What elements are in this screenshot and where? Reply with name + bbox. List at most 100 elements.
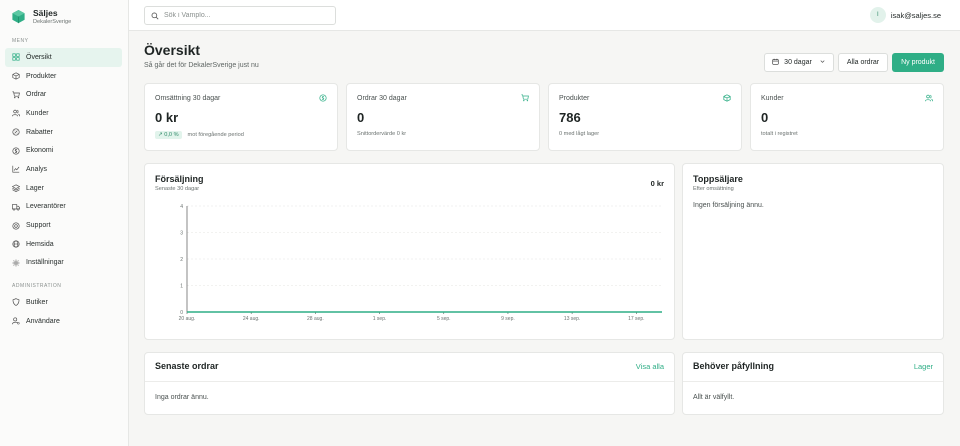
x-tick-label: 5 sep. xyxy=(437,316,451,322)
stat-value: 0 xyxy=(761,110,769,125)
brand-logo-icon xyxy=(11,9,26,24)
user-email[interactable]: isak@saljes.se xyxy=(891,11,941,20)
sidebar-item-leverantorer[interactable]: Leverantörer xyxy=(5,198,122,217)
view-all-orders-link[interactable]: Visa alla xyxy=(636,362,664,371)
users-icon xyxy=(12,109,20,117)
restock-title: Behöver påfyllning xyxy=(693,361,775,371)
sidebar: Säljes DekalerSverige MENY Översikt Prod… xyxy=(0,0,129,446)
user-menu[interactable]: I isak@saljes.se xyxy=(869,7,941,23)
x-tick-label: 28 aug. xyxy=(307,316,324,322)
sidebar-item-hemsida[interactable]: Hemsida xyxy=(5,235,122,254)
restock-card: Behöver påfyllning Lager Allt är välfyll… xyxy=(682,352,944,415)
search-input[interactable] xyxy=(164,12,324,19)
sidebar-item-butiker[interactable]: Butiker xyxy=(5,293,122,312)
stat-title: Omsättning 30 dagar xyxy=(155,95,221,102)
sidebar-item-rabatter[interactable]: Rabatter xyxy=(5,123,122,142)
topbar: I isak@saljes.se xyxy=(129,0,960,31)
x-tick-label: 24 aug. xyxy=(243,316,260,322)
sidebar-item-ekonomi[interactable]: Ekonomi xyxy=(5,141,122,160)
sidebar-item-analys[interactable]: Analys xyxy=(5,160,122,179)
sidebar-item-label: Analys xyxy=(26,165,48,173)
stat-card-products: Produkter 786 0 med lågt lager xyxy=(548,83,742,151)
y-tick-label: 2 xyxy=(180,257,183,263)
sidebar-item-label: Inställningar xyxy=(26,259,64,267)
grid-icon xyxy=(12,53,20,61)
sidebar-item-label: Leverantörer xyxy=(26,203,66,211)
page-title: Översikt xyxy=(144,42,201,58)
x-tick-label: 17 sep. xyxy=(628,316,644,322)
sidebar-item-label: Support xyxy=(26,222,51,230)
sales-chart-svg: 0123420 aug. 24 aug. 28 aug. 1 sep. 5 sep. 9 … xyxy=(179,204,662,322)
sidebar-item-oversikt[interactable]: Översikt xyxy=(5,48,122,67)
sidebar-item-label: Produkter xyxy=(26,72,57,80)
calendar-icon xyxy=(772,58,779,67)
top-sellers-empty: Ingen försäljning ännu. xyxy=(693,202,764,209)
divider xyxy=(145,381,674,382)
layers-icon xyxy=(12,184,20,193)
sidebar-item-installningar[interactable]: Inställningar xyxy=(5,254,122,273)
avatar[interactable]: I xyxy=(869,7,886,23)
users-icon xyxy=(925,94,933,102)
inventory-link[interactable]: Lager xyxy=(914,362,933,371)
sidebar-item-label: Hemsida xyxy=(26,240,54,248)
sidebar-item-ordrar[interactable]: Ordrar xyxy=(5,85,122,104)
sidebar-item-label: Rabatter xyxy=(26,128,53,136)
sidebar-item-label: Användare xyxy=(26,317,60,325)
recent-orders-title: Senaste ordrar xyxy=(155,361,219,371)
help-icon xyxy=(12,222,20,230)
dollar-icon xyxy=(12,147,20,155)
menu-section-label: MENY xyxy=(12,38,29,44)
cart-icon xyxy=(521,94,529,102)
sidebar-item-label: Kunder xyxy=(26,109,49,117)
divider xyxy=(683,381,943,382)
y-tick-label: 4 xyxy=(180,204,183,210)
sidebar-item-kunder[interactable]: Kunder xyxy=(5,104,122,123)
stat-value: 0 xyxy=(357,110,365,125)
trend-badge: ↗ 0,0 % xyxy=(155,131,182,139)
admin-section-label: ADMINISTRATION xyxy=(12,283,62,289)
sidebar-item-label: Ordrar xyxy=(26,91,47,99)
stat-foot-text: 0 med lågt lager xyxy=(559,131,600,137)
new-product-button[interactable]: Ny produkt xyxy=(892,53,944,72)
y-tick-label: 1 xyxy=(180,284,183,290)
x-tick-label: 13 sep. xyxy=(564,316,580,322)
sidebar-item-label: Lager xyxy=(26,184,44,192)
stat-title: Kunder xyxy=(761,95,784,102)
sidebar-item-support[interactable]: Support xyxy=(5,216,122,235)
stat-foot-text: mot föregående period xyxy=(187,132,244,138)
sales-card: Försäljning Senaste 30 dagar 0 kr 012342… xyxy=(144,163,675,340)
search-box[interactable] xyxy=(144,6,336,25)
brand[interactable]: Säljes DekalerSverige xyxy=(11,8,71,26)
sidebar-item-label: Butiker xyxy=(26,298,48,306)
search-icon xyxy=(151,7,159,25)
recent-orders-card: Senaste ordrar Visa alla Inga ordrar änn… xyxy=(144,352,675,415)
user-gear-icon xyxy=(12,317,20,325)
gear-icon xyxy=(12,259,20,267)
top-sellers-title: Toppsäljare xyxy=(693,174,743,184)
all-orders-button[interactable]: Alla ordrar xyxy=(838,53,888,72)
admin-nav: Butiker Användare xyxy=(5,293,122,330)
truck-icon xyxy=(12,203,20,211)
box-icon xyxy=(12,72,20,80)
sales-chart: 0 1 2 3 4 20 aug. 24 aug. 28 aug. 1 sep. 5 sep. 9 … xyxy=(145,196,674,326)
stat-title: Produkter xyxy=(559,95,590,102)
stat-card-revenue: Omsättning 30 dagar 0 kr ↗ 0,0 % mot för… xyxy=(144,83,338,151)
stat-footer: ↗ 0,0 % mot föregående period xyxy=(155,131,244,139)
stat-title: Ordrar 30 dagar xyxy=(357,95,407,102)
stat-card-orders: Ordrar 30 dagar 0 Snittordervärde 0 kr xyxy=(346,83,540,151)
stat-value: 0 kr xyxy=(155,110,179,125)
sidebar-item-anvandare[interactable]: Användare xyxy=(5,312,122,331)
globe-icon xyxy=(12,240,20,248)
shield-icon xyxy=(12,298,20,307)
period-select[interactable]: 30 dagar xyxy=(764,53,834,72)
restock-empty: Allt är välfyllt. xyxy=(693,394,735,401)
sidebar-item-lager[interactable]: Lager xyxy=(5,179,122,198)
dollar-icon xyxy=(319,94,327,102)
sidebar-item-produkter[interactable]: Produkter xyxy=(5,67,122,86)
chevron-down-icon xyxy=(819,58,826,67)
cart-icon xyxy=(12,91,20,99)
sales-title: Försäljning xyxy=(155,174,204,184)
sidebar-item-label: Ekonomi xyxy=(26,147,54,155)
brand-subtitle: DekalerSverige xyxy=(33,19,72,25)
sales-total: 0 kr xyxy=(650,179,664,188)
